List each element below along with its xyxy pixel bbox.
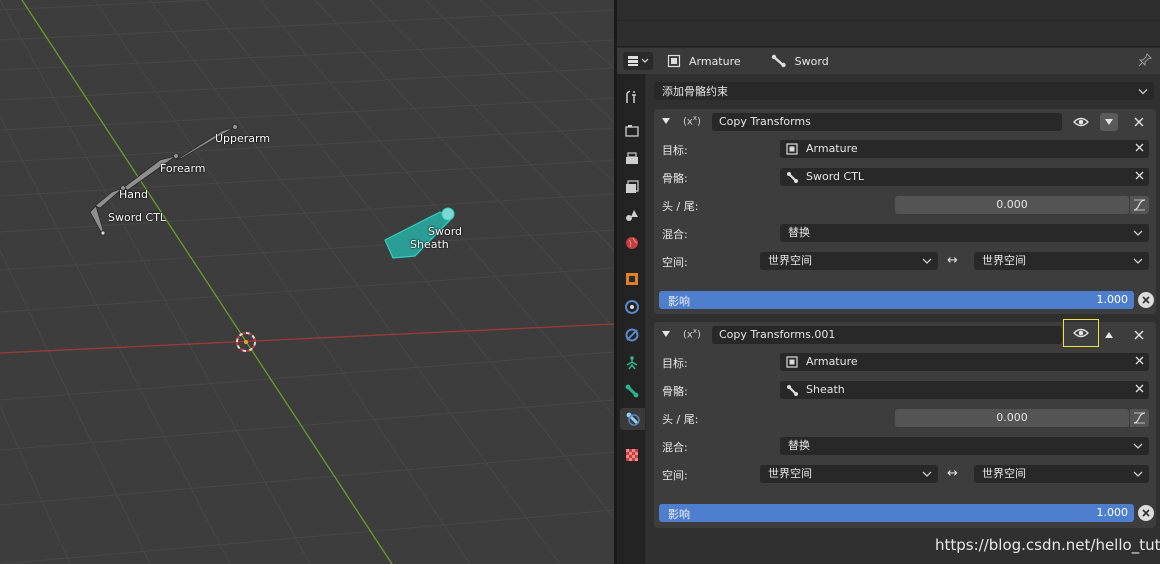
collapse-triangle-icon[interactable] xyxy=(661,116,671,129)
y-axis-line xyxy=(21,0,393,564)
texture-icon[interactable] xyxy=(621,444,643,466)
scene-icon[interactable] xyxy=(621,204,643,226)
curve-toggle-icon[interactable] xyxy=(1130,196,1149,214)
move-up-button[interactable] xyxy=(1100,326,1118,344)
floor-grid xyxy=(0,0,614,564)
owner-space-dropdown[interactable]: 世界空间 xyxy=(760,252,938,270)
3d-viewport[interactable]: Upperarm Forearm Hand Sword CTL Sword Sh… xyxy=(0,0,614,564)
bone-label-sheath: Sheath xyxy=(410,238,449,251)
object-icon[interactable] xyxy=(621,268,643,290)
chevron-down-icon xyxy=(1133,465,1143,483)
collapse-triangle-icon[interactable] xyxy=(661,329,671,342)
owner-space-dropdown[interactable]: 世界空间 xyxy=(760,465,938,483)
chevron-down-icon xyxy=(1133,437,1143,455)
constraint-type-icon: (xx) xyxy=(683,327,701,341)
render-icon[interactable] xyxy=(621,120,643,142)
x-axis-line xyxy=(0,323,614,354)
bone-label-hand: Hand xyxy=(119,188,148,201)
chevron-down-icon xyxy=(922,465,932,483)
eye-icon[interactable] xyxy=(1070,112,1092,132)
editor-type-button[interactable] xyxy=(623,52,653,70)
modifier-icon[interactable] xyxy=(621,296,643,318)
view-layer-icon[interactable] xyxy=(621,176,643,198)
bone-label-sword-ctl: Sword CTL xyxy=(108,211,167,224)
disable-keep-transform-button[interactable] xyxy=(1138,292,1154,308)
constraint-name-field[interactable]: Copy Transforms xyxy=(712,113,1062,131)
mix-row: 混合: 替换 xyxy=(654,223,1156,243)
delete-constraint-button[interactable] xyxy=(1130,113,1148,131)
bone-icon xyxy=(786,384,799,402)
bone-icon xyxy=(786,171,799,189)
head-tail-row: 头 / 尾: 0.000 xyxy=(654,408,1156,428)
object-data-icon[interactable] xyxy=(621,352,643,374)
bone-icon[interactable] xyxy=(621,380,643,402)
tool-icon[interactable] xyxy=(621,86,643,108)
bone-constraints-content: 添加骨骼约束 (xx) Copy Transforms 目标: Armature xyxy=(646,74,1160,564)
head-tail-slider[interactable]: 0.000 xyxy=(895,196,1129,214)
target-row: 目标: Armature xyxy=(654,139,1156,159)
watermark: https://blog.csdn.net/hello_tute xyxy=(935,536,1160,554)
properties-editor: Armature Sword 添加骨骼约束 (xx) Copy Transfor… xyxy=(617,0,1160,564)
bone-constraint-icon[interactable] xyxy=(620,408,645,430)
editor-type-icon xyxy=(628,56,649,66)
delete-constraint-button[interactable] xyxy=(1130,326,1148,344)
bone-icon xyxy=(771,54,787,68)
clear-icon[interactable] xyxy=(1135,381,1144,399)
head-tail-slider[interactable]: 0.000 xyxy=(895,409,1129,427)
chevron-down-icon xyxy=(1133,252,1143,270)
swap-arrows-icon: ↔ xyxy=(947,466,958,481)
properties-tabs xyxy=(617,74,645,564)
bone-row: 骨骼: Sword CTL xyxy=(654,167,1156,187)
influence-slider[interactable]: 影响 1.000 xyxy=(659,504,1134,522)
swap-arrows-icon: ↔ xyxy=(947,253,958,268)
disable-keep-transform-button[interactable] xyxy=(1138,505,1154,521)
target-space-dropdown[interactable]: 世界空间 xyxy=(974,465,1149,483)
constraint-panel: (xx) Copy Transforms.001 目标: Armature 骨骼… xyxy=(654,319,1156,528)
armature-object-icon xyxy=(786,143,798,161)
armature-object-icon xyxy=(786,356,798,374)
chevron-down-icon xyxy=(1133,224,1143,242)
mix-row: 混合: 替换 xyxy=(654,436,1156,456)
constraint-type-icon: (xx) xyxy=(683,114,701,128)
constraint-panel-header[interactable]: (xx) Copy Transforms xyxy=(654,109,1156,135)
pin-icon[interactable] xyxy=(1138,53,1152,70)
head-tail-row: 头 / 尾: 0.000 xyxy=(654,195,1156,215)
constraint-panel-header[interactable]: (xx) Copy Transforms.001 xyxy=(654,319,1156,348)
bone-label-sword: Sword xyxy=(428,225,463,238)
world-icon[interactable] xyxy=(621,232,643,254)
breadcrumb-object: Armature xyxy=(667,54,741,68)
add-bone-constraint-dropdown[interactable]: 添加骨骼约束 xyxy=(654,82,1154,100)
chevron-down-icon xyxy=(1138,85,1148,98)
properties-top-area xyxy=(617,0,1160,47)
mix-dropdown[interactable]: 替换 xyxy=(780,437,1149,455)
bone-label-forearm: Forearm xyxy=(160,162,206,175)
curve-toggle-icon[interactable] xyxy=(1130,409,1149,427)
target-field[interactable]: Armature xyxy=(780,353,1149,371)
clear-icon[interactable] xyxy=(1135,168,1144,186)
constraint-panel: (xx) Copy Transforms 目标: Armature 骨骼: Sw… xyxy=(654,109,1156,314)
bone-label-upperarm: Upperarm xyxy=(215,132,271,145)
clear-icon[interactable] xyxy=(1135,353,1144,371)
space-row: 空间: 世界空间 ↔ 世界空间 xyxy=(654,464,1156,484)
target-field[interactable]: Armature xyxy=(780,140,1149,158)
viewport-canvas[interactable] xyxy=(0,0,614,564)
clear-icon[interactable] xyxy=(1135,140,1144,158)
breadcrumb-bone: Sword xyxy=(771,54,829,68)
target-space-dropdown[interactable]: 世界空间 xyxy=(974,252,1149,270)
bone-row: 骨骼: Sheath xyxy=(654,380,1156,400)
move-down-button[interactable] xyxy=(1100,113,1118,131)
mix-dropdown[interactable]: 替换 xyxy=(780,224,1149,242)
armature-object-icon xyxy=(667,54,681,68)
space-row: 空间: 世界空间 ↔ 世界空间 xyxy=(654,251,1156,271)
chevron-down-icon xyxy=(922,252,932,270)
output-icon[interactable] xyxy=(621,148,643,170)
eye-icon[interactable] xyxy=(1063,319,1099,347)
influence-slider[interactable]: 影响 1.000 xyxy=(659,291,1134,309)
constraint-name-field[interactable]: Copy Transforms.001 xyxy=(712,326,1062,344)
properties-header: Armature Sword xyxy=(617,48,1160,74)
subtarget-bone-field[interactable]: Sheath xyxy=(780,381,1149,399)
physics-icon[interactable] xyxy=(621,324,643,346)
target-row: 目标: Armature xyxy=(654,352,1156,372)
subtarget-bone-field[interactable]: Sword CTL xyxy=(780,168,1149,186)
